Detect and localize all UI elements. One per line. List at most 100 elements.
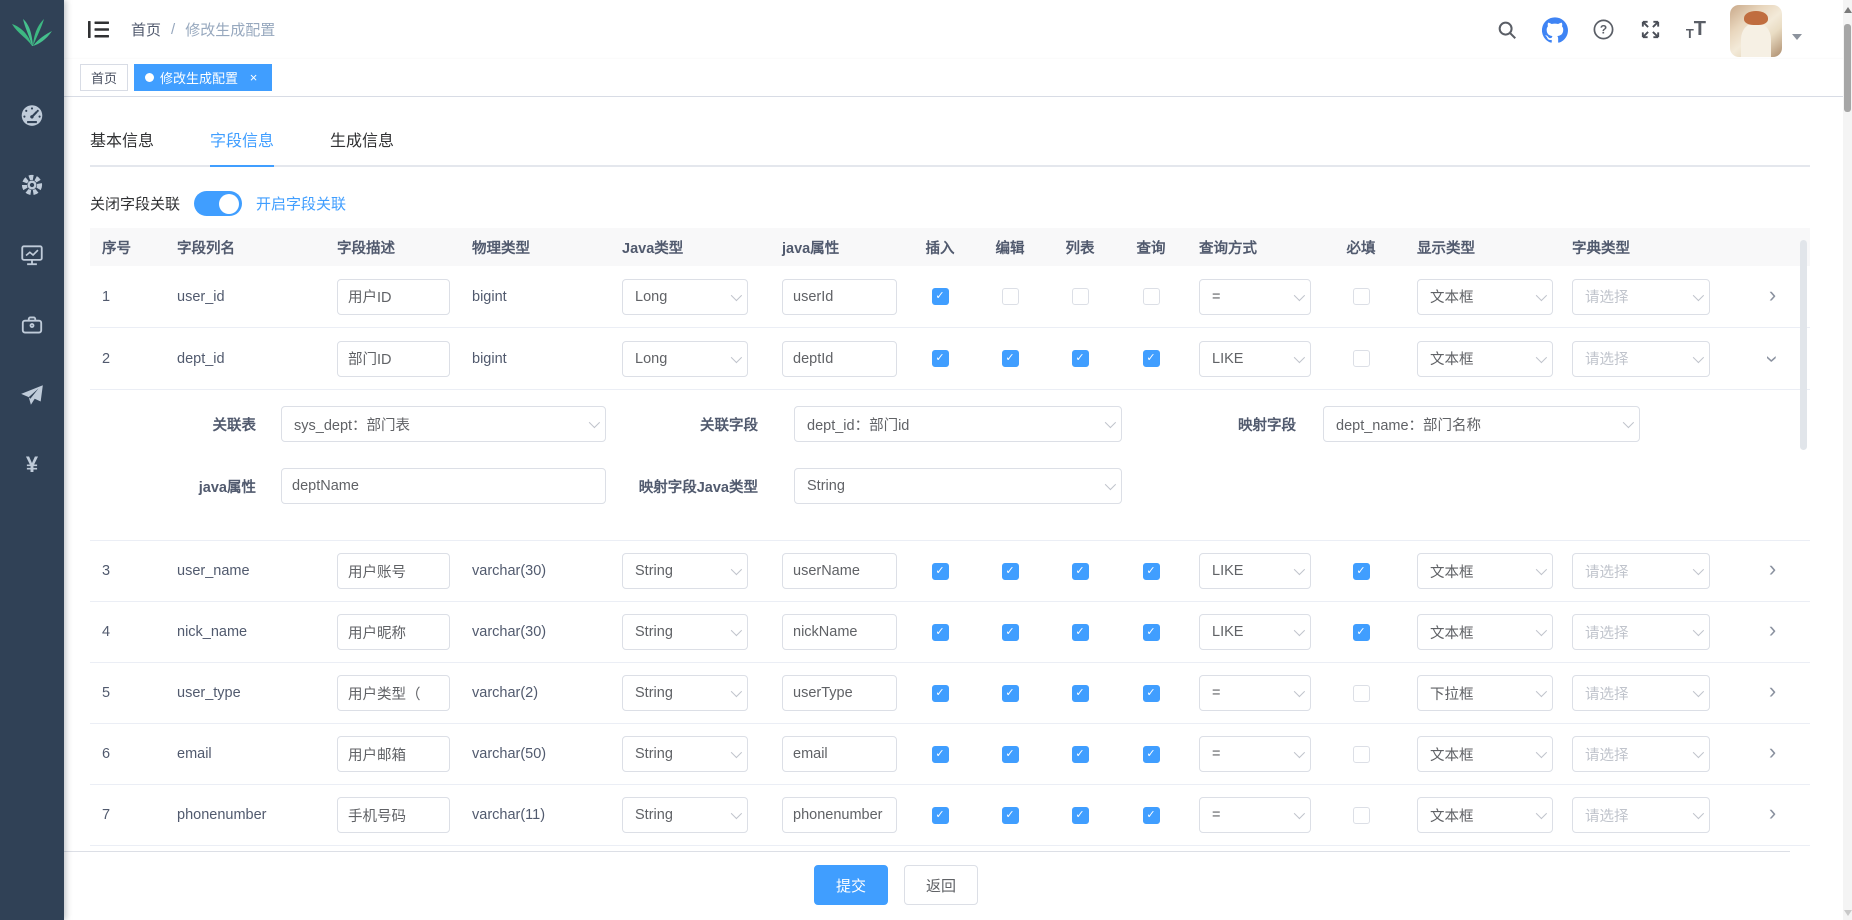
required-checkbox[interactable]	[1353, 563, 1370, 580]
java-attr-input[interactable]	[782, 736, 897, 772]
display-type-select[interactable]: 文本框	[1417, 341, 1553, 377]
java-type-select[interactable]: String	[622, 797, 748, 833]
query-checkbox[interactable]	[1143, 746, 1160, 763]
help-icon[interactable]: ?	[1592, 18, 1615, 41]
edit-checkbox[interactable]	[1002, 746, 1019, 763]
edit-checkbox[interactable]	[1002, 624, 1019, 641]
expand-java-attr-input[interactable]	[281, 468, 606, 504]
edit-checkbox[interactable]	[1002, 685, 1019, 702]
field-relation-switch[interactable]	[194, 191, 242, 216]
expand-row-toggle[interactable]: ›	[1761, 355, 1783, 362]
query-mode-select[interactable]: =	[1199, 736, 1311, 772]
query-checkbox[interactable]	[1143, 288, 1160, 305]
java-attr-input[interactable]	[782, 675, 897, 711]
field-comment-input[interactable]	[337, 614, 450, 650]
page-scrollbar-thumb[interactable]	[1844, 24, 1851, 112]
display-type-select[interactable]: 文本框	[1417, 614, 1553, 650]
fullscreen-icon[interactable]	[1639, 18, 1662, 41]
related-table-select[interactable]: sys_dept：部门表	[281, 406, 606, 442]
list-checkbox[interactable]	[1072, 685, 1089, 702]
insert-checkbox[interactable]	[932, 288, 949, 305]
edit-checkbox[interactable]	[1002, 350, 1019, 367]
java-type-select[interactable]: String	[622, 736, 748, 772]
edit-checkbox[interactable]	[1002, 563, 1019, 580]
sidebar-item-system[interactable]	[0, 150, 64, 220]
display-type-select[interactable]: 文本框	[1417, 279, 1553, 315]
search-icon[interactable]	[1496, 19, 1518, 41]
required-checkbox[interactable]	[1353, 746, 1370, 763]
display-type-select[interactable]: 文本框	[1417, 736, 1553, 772]
dict-type-select[interactable]: 请选择	[1572, 675, 1710, 711]
required-checkbox[interactable]	[1353, 288, 1370, 305]
java-attr-input[interactable]	[782, 614, 897, 650]
list-checkbox[interactable]	[1072, 746, 1089, 763]
list-checkbox[interactable]	[1072, 807, 1089, 824]
expand-row-toggle[interactable]: ›	[1769, 741, 1776, 763]
sidebar-item-pay[interactable]: ¥	[0, 430, 64, 500]
page-scrollbar[interactable]	[1843, 0, 1852, 920]
query-mode-select[interactable]: =	[1199, 797, 1311, 833]
display-type-select[interactable]: 文本框	[1417, 797, 1553, 833]
list-checkbox[interactable]	[1072, 624, 1089, 641]
field-comment-input[interactable]	[337, 675, 450, 711]
breadcrumb-home[interactable]: 首页	[131, 19, 161, 40]
sidebar-item-dashboard[interactable]	[0, 80, 64, 150]
fold-menu-icon[interactable]	[88, 20, 109, 39]
dict-type-select[interactable]: 请选择	[1572, 341, 1710, 377]
scroll-down-arrow[interactable]	[1843, 910, 1852, 916]
font-size-icon[interactable]: TT	[1686, 18, 1706, 41]
insert-checkbox[interactable]	[932, 685, 949, 702]
java-attr-input[interactable]	[782, 279, 897, 315]
java-type-select[interactable]: Long	[622, 279, 748, 315]
scroll-up-arrow[interactable]	[1843, 7, 1852, 13]
field-comment-input[interactable]	[337, 279, 450, 315]
dict-type-select[interactable]: 请选择	[1572, 279, 1710, 315]
query-checkbox[interactable]	[1143, 685, 1160, 702]
java-type-select[interactable]: String	[622, 675, 748, 711]
expand-row-toggle[interactable]: ›	[1769, 558, 1776, 580]
display-type-select[interactable]: 文本框	[1417, 553, 1553, 589]
query-mode-select[interactable]: LIKE	[1199, 553, 1311, 589]
mapped-field-select[interactable]: dept_name：部门名称	[1323, 406, 1640, 442]
list-checkbox[interactable]	[1072, 350, 1089, 367]
edit-checkbox[interactable]	[1002, 288, 1019, 305]
sidebar-item-monitor[interactable]	[0, 220, 64, 290]
required-checkbox[interactable]	[1353, 624, 1370, 641]
query-checkbox[interactable]	[1143, 807, 1160, 824]
submit-button[interactable]: 提交	[814, 865, 888, 905]
query-mode-select[interactable]: LIKE	[1199, 614, 1311, 650]
dict-type-select[interactable]: 请选择	[1572, 553, 1710, 589]
mapped-java-type-select[interactable]: String	[794, 468, 1122, 504]
dict-type-select[interactable]: 请选择	[1572, 736, 1710, 772]
required-checkbox[interactable]	[1353, 685, 1370, 702]
tab-basic-info[interactable]: 基本信息	[90, 127, 154, 167]
github-icon[interactable]	[1542, 17, 1568, 43]
insert-checkbox[interactable]	[932, 350, 949, 367]
dict-type-select[interactable]: 请选择	[1572, 797, 1710, 833]
list-checkbox[interactable]	[1072, 563, 1089, 580]
sidebar-item-tool[interactable]	[0, 290, 64, 360]
java-type-select[interactable]: String	[622, 614, 748, 650]
field-comment-input[interactable]	[337, 736, 450, 772]
query-mode-select[interactable]: LIKE	[1199, 341, 1311, 377]
query-mode-select[interactable]: =	[1199, 675, 1311, 711]
tag-home[interactable]: 首页	[80, 64, 128, 91]
insert-checkbox[interactable]	[932, 746, 949, 763]
expand-row-toggle[interactable]: ›	[1769, 680, 1776, 702]
java-attr-input[interactable]	[782, 553, 897, 589]
java-type-select[interactable]: String	[622, 553, 748, 589]
java-attr-input[interactable]	[782, 341, 897, 377]
list-checkbox[interactable]	[1072, 288, 1089, 305]
tab-gen-info[interactable]: 生成信息	[330, 127, 394, 167]
required-checkbox[interactable]	[1353, 807, 1370, 824]
field-comment-input[interactable]	[337, 797, 450, 833]
insert-checkbox[interactable]	[932, 563, 949, 580]
tab-field-info[interactable]: 字段信息	[210, 127, 274, 167]
java-attr-input[interactable]	[782, 797, 897, 833]
user-menu[interactable]	[1730, 3, 1802, 57]
tag-current-page[interactable]: 修改生成配置 ×	[134, 64, 272, 91]
insert-checkbox[interactable]	[932, 807, 949, 824]
back-button[interactable]: 返回	[904, 865, 978, 905]
query-checkbox[interactable]	[1143, 350, 1160, 367]
query-checkbox[interactable]	[1143, 624, 1160, 641]
